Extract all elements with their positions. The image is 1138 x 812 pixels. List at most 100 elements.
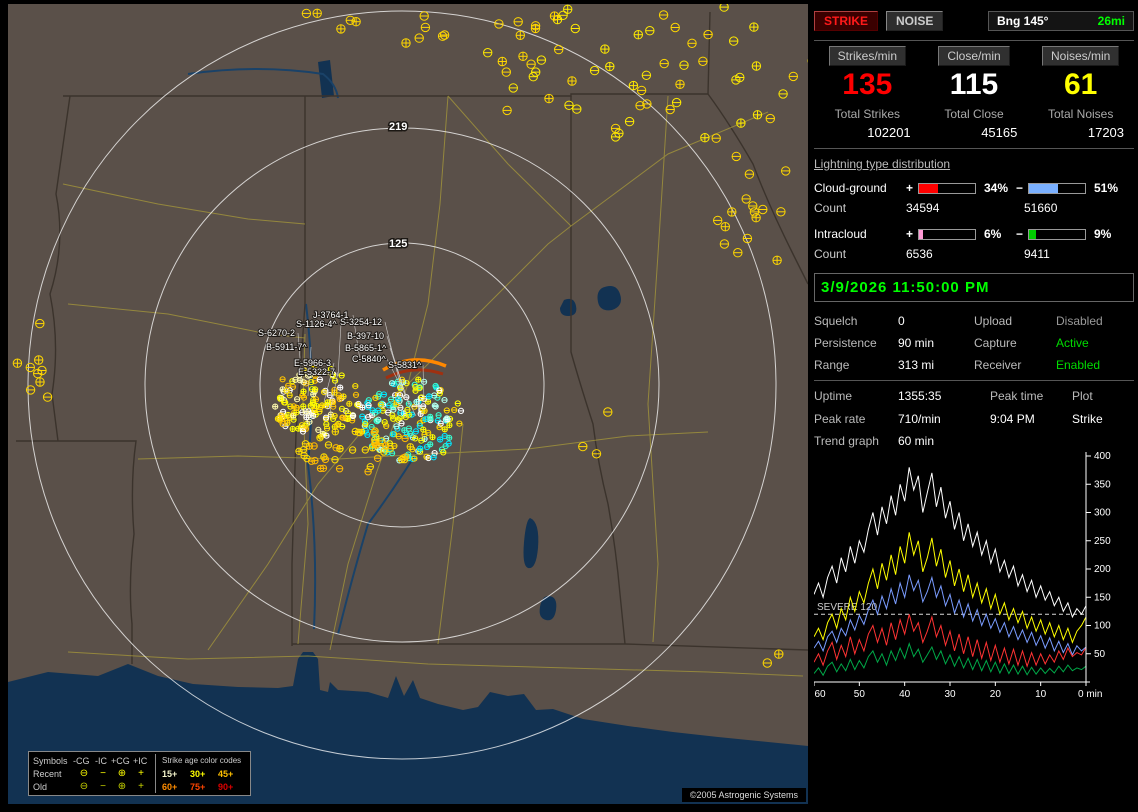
peak-rate-value: 710/min bbox=[898, 412, 990, 426]
strikes-per-min-header[interactable]: Strikes/min bbox=[829, 46, 906, 66]
session-info-table: Uptime 1355:35 Peak time Plot Peak rate … bbox=[814, 389, 1134, 426]
age-60: 60+ bbox=[162, 782, 190, 792]
datetime-display: 3/9/2026 11:50:00 PM bbox=[814, 273, 1134, 302]
svg-text:E-5322-7: E-5322-7 bbox=[298, 367, 335, 377]
svg-text:50: 50 bbox=[1094, 649, 1106, 660]
total-strikes-label: Total Strikes bbox=[814, 107, 921, 121]
legend-type-ic-pos: +IC bbox=[133, 756, 149, 766]
ic-positive-bar bbox=[918, 229, 976, 240]
receiver-label: Receiver bbox=[974, 358, 1056, 372]
copyright-text: ©2005 Astrogenic Systems bbox=[682, 788, 806, 802]
svg-text:30: 30 bbox=[944, 689, 956, 700]
peak-time-label: Peak time bbox=[990, 389, 1072, 403]
strike-mode-button[interactable]: STRIKE bbox=[814, 11, 878, 31]
noise-mode-button[interactable]: NOISE bbox=[886, 11, 943, 31]
noises-per-min-value: 61 bbox=[1027, 67, 1134, 103]
total-labels: Total Strikes Total Close Total Noises bbox=[814, 107, 1134, 121]
recent-ic-pos-icon: + bbox=[133, 768, 149, 779]
cloud-ground-row: Cloud-ground + 34% − 51% bbox=[814, 181, 1134, 195]
intracloud-row: Intracloud + 6% − 9% bbox=[814, 227, 1134, 241]
intracloud-label: Intracloud bbox=[814, 227, 906, 241]
strike-symbols bbox=[13, 4, 808, 667]
peak-time-value: 9:04 PM bbox=[990, 412, 1072, 426]
ic-negative-count: 9411 bbox=[1024, 247, 1134, 261]
close-per-min-header[interactable]: Close/min bbox=[938, 46, 1009, 66]
svg-text:400: 400 bbox=[1094, 451, 1111, 462]
plot-mode-value: Strike bbox=[1072, 412, 1134, 426]
svg-text:B-397-10: B-397-10 bbox=[347, 331, 384, 341]
range-value: 313 mi bbox=[898, 358, 974, 372]
receiver-status-table: Squelch 0 Upload Disabled Persistence 90… bbox=[814, 314, 1134, 372]
recent-cg-neg-icon: ⊖ bbox=[73, 768, 95, 779]
map-legend: Symbols -CG -IC +CG +IC Recent ⊖ − ⊕ + O… bbox=[28, 751, 251, 796]
svg-text:20: 20 bbox=[990, 689, 1002, 700]
total-close-value: 45165 bbox=[921, 125, 1028, 140]
total-strikes-value: 102201 bbox=[814, 125, 921, 140]
cg-negative-count: 51660 bbox=[1024, 201, 1134, 215]
state-borders bbox=[16, 12, 808, 664]
svg-text:150: 150 bbox=[1094, 592, 1111, 603]
cg-positive-percent: 34% bbox=[980, 181, 1016, 195]
svg-text:125: 125 bbox=[389, 238, 407, 250]
close-per-min-value: 115 bbox=[921, 67, 1028, 103]
squelch-label: Squelch bbox=[814, 314, 898, 328]
svg-text:S-3254-12: S-3254-12 bbox=[340, 317, 382, 327]
persistence-value: 90 min bbox=[898, 336, 974, 350]
cg-negative-bar bbox=[1028, 183, 1086, 194]
plot-label: Plot bbox=[1072, 389, 1134, 403]
svg-text:S-5831^: S-5831^ bbox=[388, 360, 422, 370]
ic-positive-percent: 6% bbox=[980, 227, 1016, 241]
plus-sign: + bbox=[906, 227, 918, 241]
uptime-label: Uptime bbox=[814, 389, 898, 403]
age-75: 75+ bbox=[190, 782, 218, 792]
svg-text:B-5865-1^: B-5865-1^ bbox=[345, 343, 387, 353]
map-canvas: 125219 J-3764-1S-1126-4^S-3254-12S-6270-… bbox=[8, 4, 808, 804]
recent-ic-neg-icon: − bbox=[95, 768, 111, 779]
radar-map[interactable]: 125219 J-3764-1S-1126-4^S-3254-12S-6270-… bbox=[8, 4, 808, 804]
old-cg-pos-icon: ⊕ bbox=[111, 781, 133, 792]
svg-text:40: 40 bbox=[899, 689, 911, 700]
legend-symbols-header: Symbols bbox=[33, 756, 73, 766]
range-label: Range bbox=[814, 358, 898, 372]
svg-text:0 min: 0 min bbox=[1078, 689, 1102, 700]
cg-positive-bar bbox=[918, 183, 976, 194]
age-90: 90+ bbox=[218, 782, 246, 792]
svg-text:350: 350 bbox=[1094, 479, 1111, 490]
old-ic-neg-icon: − bbox=[95, 781, 111, 792]
divider bbox=[814, 380, 1134, 381]
legend-row-recent-label: Recent bbox=[33, 769, 73, 779]
svg-text:60: 60 bbox=[814, 689, 826, 700]
legend-age-table: Strike age color codes 15+ 30+ 45+ 60+ 7… bbox=[156, 754, 246, 793]
bearing-distance: 26mi bbox=[1098, 14, 1125, 28]
cloud-ground-label: Cloud-ground bbox=[814, 181, 906, 195]
noises-per-min-header[interactable]: Noises/min bbox=[1042, 46, 1119, 66]
recent-cg-pos-icon: ⊕ bbox=[111, 768, 133, 779]
trend-graph-header: Trend graph 60 min bbox=[814, 434, 1134, 448]
persistence-label: Persistence bbox=[814, 336, 898, 350]
cloud-ground-counts: Count 34594 51660 bbox=[814, 201, 1134, 215]
total-noises-value: 17203 bbox=[1027, 125, 1134, 140]
squelch-value: 0 bbox=[898, 314, 974, 328]
upload-value: Disabled bbox=[1056, 314, 1134, 328]
old-cg-neg-icon: ⊖ bbox=[73, 781, 95, 792]
legend-type-cg-neg: -CG bbox=[73, 756, 95, 766]
svg-text:10: 10 bbox=[1035, 689, 1047, 700]
divider bbox=[814, 148, 1134, 149]
svg-text:100: 100 bbox=[1094, 621, 1111, 632]
distribution-title: Lightning type distribution bbox=[814, 157, 1134, 171]
capture-value: Active bbox=[1056, 336, 1134, 350]
bearing-display: Bng 145° 26mi bbox=[988, 11, 1134, 31]
receiver-value: Enabled bbox=[1056, 358, 1134, 372]
mode-toolbar: STRIKE NOISE Bng 145° 26mi bbox=[814, 10, 1134, 32]
age-45: 45+ bbox=[218, 769, 246, 779]
cg-positive-count: 34594 bbox=[906, 201, 1024, 215]
control-panel: STRIKE NOISE Bng 145° 26mi Strikes/min C… bbox=[814, 10, 1134, 708]
age-15: 15+ bbox=[162, 769, 190, 779]
total-close-label: Total Close bbox=[921, 107, 1028, 121]
plus-sign: + bbox=[906, 181, 918, 195]
capture-label: Capture bbox=[974, 336, 1056, 350]
svg-text:219: 219 bbox=[389, 121, 407, 133]
count-label: Count bbox=[814, 247, 906, 261]
minus-sign: − bbox=[1016, 227, 1028, 241]
legend-row-old-label: Old bbox=[33, 782, 73, 792]
